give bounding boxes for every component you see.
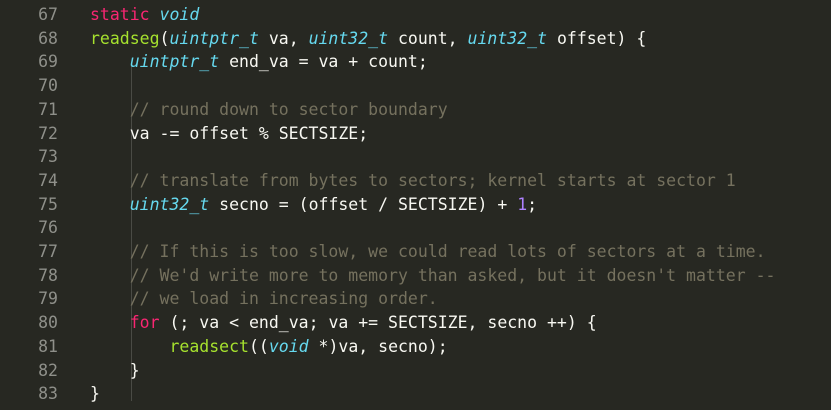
code-token: secno = (offset / SECTSIZE) + <box>209 194 518 214</box>
line-number: 71 <box>38 99 58 119</box>
line-number: 82 <box>38 360 58 380</box>
code-token: 1 <box>517 194 528 214</box>
line-number: 67 <box>38 5 58 24</box>
code-text: uint32_t secno = (offset / SECTSIZE) + 1… <box>90 193 537 217</box>
code-token: end_va = va + count; <box>219 52 428 72</box>
code-token: va -= offset % SECTSIZE; <box>90 123 369 143</box>
code-token: // We'd write more to memory than asked,… <box>129 265 776 285</box>
code-token: count, <box>388 28 468 48</box>
code-token: } <box>90 384 100 404</box>
code-text: } <box>90 382 100 406</box>
code-token: *)va, secno); <box>308 336 448 356</box>
code-line[interactable]: 68 readseg(uintptr_t va, uint32_t count, … <box>0 27 831 51</box>
code-text: for (; va < end_va; va += SECTSIZE, secn… <box>90 311 597 335</box>
line-number: 70 <box>38 76 58 96</box>
code-line[interactable]: 72 va -= offset % SECTSIZE; <box>0 122 831 146</box>
line-number: 78 <box>38 265 58 285</box>
code-token: for <box>129 313 160 333</box>
line-number: 83 <box>38 384 58 404</box>
code-text: // We'd write more to memory than asked,… <box>90 264 776 288</box>
code-token: ; <box>527 194 538 214</box>
line-number: 76 <box>38 218 58 238</box>
line-number: 84 <box>0 406 58 410</box>
code-line[interactable]: 77 // If this is too slow, we could read… <box>0 240 831 264</box>
code-text: // we load in increasing order. <box>90 287 438 311</box>
code-line[interactable]: 79 // we load in increasing order. <box>0 287 831 311</box>
line-number: 74 <box>38 170 58 190</box>
code-line[interactable]: 83} <box>0 382 831 406</box>
code-text: } <box>90 359 140 383</box>
code-token: va, <box>258 28 309 48</box>
code-token: readsect <box>169 336 249 356</box>
code-line[interactable]: 80 for (; va < end_va; va += SECTSIZE, s… <box>0 311 831 335</box>
code-line[interactable]: 76 <box>0 216 831 240</box>
code-text: readseg(uintptr_t va, uint32_t count, ui… <box>90 27 646 51</box>
code-text: static void <box>90 3 199 27</box>
code-text: // translate from bytes to sectors; kern… <box>90 169 736 193</box>
code-token: uintptr_t <box>169 28 259 48</box>
code-text: readsect((void *)va, secno); <box>90 335 448 359</box>
code-token: (( <box>248 336 269 356</box>
code-token: void <box>268 336 309 356</box>
line-number: 68 <box>38 28 58 48</box>
code-line[interactable]: 81 readsect((void *)va, secno); <box>0 335 831 359</box>
code-line[interactable]: 73 <box>0 145 831 169</box>
code-text: // If this is too slow, we could read lo… <box>90 240 766 264</box>
code-token: uint32_t <box>308 28 389 48</box>
code-token: uint32_t <box>129 194 210 214</box>
code-line[interactable]: 70 <box>0 74 831 98</box>
code-line[interactable]: 82 } <box>0 359 831 383</box>
code-token: offset) { <box>547 28 647 48</box>
code-line[interactable]: 67 static void <box>0 3 831 27</box>
code-token: // translate from bytes to sectors; kern… <box>129 170 736 190</box>
code-token: // If this is too slow, we could read lo… <box>129 242 766 261</box>
line-number: 77 <box>38 242 58 261</box>
line-number: 79 <box>38 289 58 309</box>
code-line[interactable]: 69 uintptr_t end_va = va + count; <box>0 50 831 74</box>
code-token: uintptr_t <box>129 52 220 72</box>
code-token: } <box>90 360 140 380</box>
code-line[interactable]: 84 <box>0 406 831 410</box>
code-token: // we load in increasing order. <box>129 289 438 309</box>
line-number: 81 <box>38 336 58 356</box>
code-text: // round down to sector boundary <box>90 98 448 122</box>
line-number: 72 <box>38 123 58 143</box>
line-number: 75 <box>38 194 58 214</box>
line-number: 69 <box>38 52 58 72</box>
code-token: readseg <box>90 28 160 48</box>
line-number: 80 <box>38 313 58 333</box>
code-token: uint32_t <box>467 28 548 48</box>
code-line[interactable]: 74 // translate from bytes to sectors; k… <box>0 169 831 193</box>
code-text: va -= offset % SECTSIZE; <box>90 122 368 146</box>
code-token: void <box>159 5 200 24</box>
code-editor[interactable]: 67 static void 68 readseg(uintptr_t va, uin… <box>0 0 831 410</box>
code-line[interactable]: 78 // We'd write more to memory than ask… <box>0 264 831 288</box>
code-token: static <box>90 5 160 24</box>
code-line[interactable]: 75 uint32_t secno = (offset / SECTSIZE) … <box>0 193 831 217</box>
code-text: uintptr_t end_va = va + count; <box>90 50 428 74</box>
code-token: ( <box>159 28 170 48</box>
line-number: 73 <box>38 147 58 167</box>
code-line[interactable]: 71 // round down to sector boundary <box>0 98 831 122</box>
code-token: (; va < end_va; va += SECTSIZE, secno ++… <box>159 313 597 333</box>
code-token: // round down to sector boundary <box>129 99 448 119</box>
